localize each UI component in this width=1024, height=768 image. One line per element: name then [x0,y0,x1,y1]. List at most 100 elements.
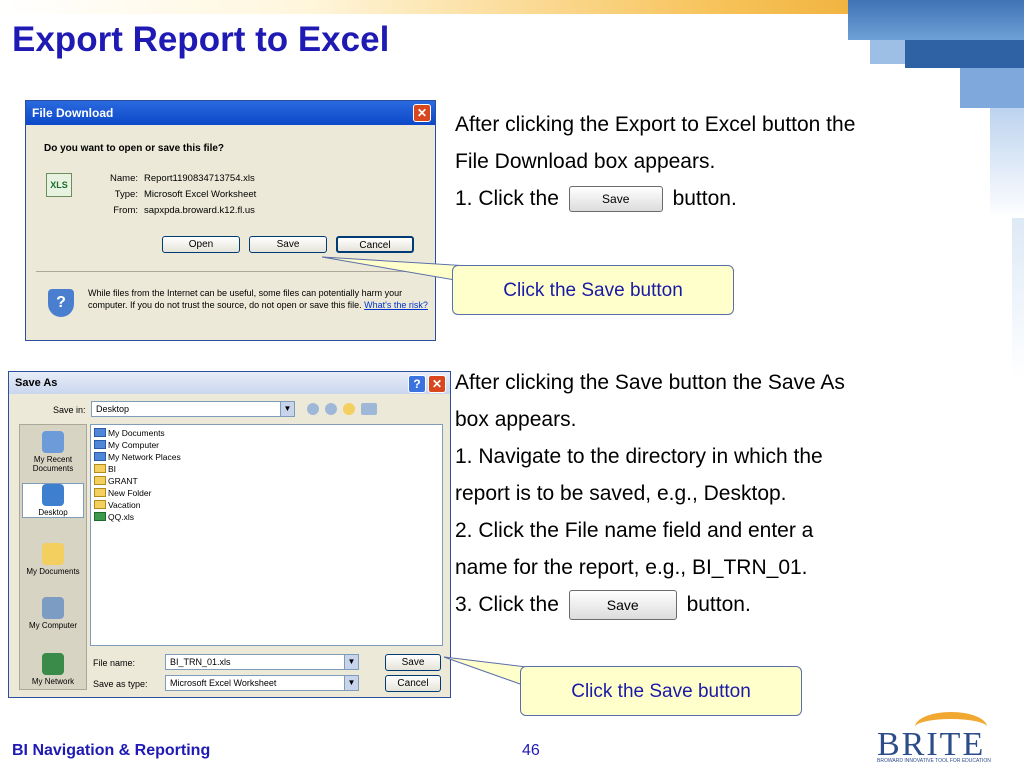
instruction-line: name for the report, e.g., BI_TRN_01. [455,556,808,579]
instruction-step: 1. Click the Save button. [455,180,975,217]
list-item-label: My Network Places [108,452,181,462]
list-item-label: Vacation [108,500,141,510]
file-download-dialog: File Download ✕ Do you want to open or s… [25,100,436,341]
save-type-value: Microsoft Excel Worksheet [170,678,277,688]
save-as-titlebar: Save As ? ✕ [9,372,450,394]
from-value: sapxpda.broward.k12.fl.us [144,205,255,216]
place-label: Desktop [38,508,68,517]
instructions-file-download: After clicking the Export to Excel butto… [455,106,975,217]
list-item-label: QQ.xls [108,512,134,522]
place-label: My Documents [26,567,80,576]
save-in-dropdown[interactable]: Desktop ▼ [91,401,295,417]
save-as-dialog: Save As ? ✕ Save in: Desktop ▼ My Recent… [8,371,451,698]
place-label: My Recent Documents [32,455,74,473]
folder-icon [94,488,106,497]
views-icon[interactable] [361,403,377,415]
cancel-button[interactable]: Cancel [385,675,441,692]
place-recent[interactable]: My Recent Documents [22,431,84,473]
file-download-title: File Download [32,106,114,120]
instructions-save-as: After clicking the Save button the Save … [455,364,975,623]
step-text: button. [686,593,751,616]
save-type-label: Save as type: [93,679,148,689]
warning-text: While files from the Internet can be use… [88,287,428,311]
inline-save-button-image: Save [568,590,677,621]
close-icon[interactable]: ✕ [428,375,446,393]
download-question: Do you want to open or save this file? [44,143,225,154]
step-text: 1. Click the [455,187,559,210]
network-icon [94,452,106,461]
callout-save-button: Click the Save button [520,666,802,716]
instruction-line: report is to be saved, e.g., Desktop. [455,482,787,505]
list-item[interactable]: My Computer [94,439,159,451]
step-text: 3. Click the [455,593,559,616]
chevron-down-icon: ▼ [280,402,294,416]
list-item-label: My Computer [108,440,160,450]
my-documents-icon [42,543,64,565]
list-item[interactable]: My Network Places [94,451,181,463]
recent-documents-icon [42,431,64,453]
brite-logo: BRITE BROWARD INNOVATIVE TOOL FOR EDUCAT… [875,712,1015,766]
desktop-icon [42,484,64,506]
computer-icon [94,440,106,449]
type-value: Microsoft Excel Worksheet [144,189,257,200]
place-desktop[interactable]: Desktop [22,483,84,518]
save-button[interactable]: Save [249,236,327,253]
type-label: Type: [114,189,138,200]
list-item-label: GRANT [108,476,138,486]
place-my-network[interactable]: My Network [22,653,84,686]
name-value: Report1190834713754.xls [144,173,255,184]
excel-file-icon [94,512,106,521]
instruction-line: After clicking the Save button the Save … [455,371,845,394]
shield-icon: ? [48,289,74,317]
instruction-line: 1. Navigate to the directory in which th… [455,445,823,468]
list-item-label: BI [108,464,117,474]
page-number: 46 [522,742,540,759]
callout-save-button: Click the Save button [452,265,734,315]
logo-tagline: BROWARD INNOVATIVE TOOL FOR EDUCATION [877,758,991,764]
corner-decor-block [870,40,905,64]
corner-decor-block [905,40,1024,68]
instruction-line: After clicking the Export to Excel butto… [455,113,856,136]
corner-decor-block [848,0,1024,40]
excel-file-icon: XLS [46,173,72,197]
list-item[interactable]: Vacation [94,499,140,511]
footer-title: BI Navigation & Reporting [12,742,211,759]
list-item[interactable]: QQ.xls [94,511,134,523]
close-icon[interactable]: ✕ [413,104,431,122]
risk-link[interactable]: What's the risk? [364,300,428,310]
save-in-value: Desktop [96,404,130,414]
instruction-line: File Download box appears. [455,150,716,173]
place-my-computer[interactable]: My Computer [22,597,84,630]
save-in-label: Save in: [53,405,86,415]
file-name-value: BI_TRN_01.xls [170,657,231,667]
up-folder-icon[interactable] [325,403,337,415]
file-list[interactable]: My Documents My Computer My Network Plac… [90,424,443,646]
file-name-label: File name: [93,658,136,668]
place-label: My Network [31,677,75,686]
list-item[interactable]: BI [94,463,116,475]
chevron-down-icon: ▼ [344,655,358,669]
step-text: button. [672,187,737,210]
folder-icon [94,476,106,485]
list-item[interactable]: My Documents [94,427,165,439]
from-label: From: [113,205,138,216]
save-button[interactable]: Save [385,654,441,671]
computer-icon [42,597,64,619]
warning-message: While files from the Internet can be use… [88,288,403,310]
save-type-dropdown[interactable]: Microsoft Excel Worksheet ▼ [165,675,359,691]
list-item[interactable]: GRANT [94,475,138,487]
cancel-button[interactable]: Cancel [336,236,414,253]
list-item[interactable]: New Folder [94,487,151,499]
places-bar: My Recent Documents Desktop My Documents… [19,424,87,690]
help-icon[interactable]: ? [408,375,426,393]
folder-icon [94,464,106,473]
place-my-documents[interactable]: My Documents [22,543,84,576]
open-button[interactable]: Open [162,236,240,253]
name-label: Name: [110,173,138,184]
network-icon [42,653,64,675]
corner-decor-block [990,108,1024,218]
instruction-line: 2. Click the File name field and enter a [455,519,814,542]
file-name-field[interactable]: BI_TRN_01.xls ▼ [165,654,359,670]
back-icon[interactable] [307,403,319,415]
new-folder-icon[interactable] [343,403,355,415]
